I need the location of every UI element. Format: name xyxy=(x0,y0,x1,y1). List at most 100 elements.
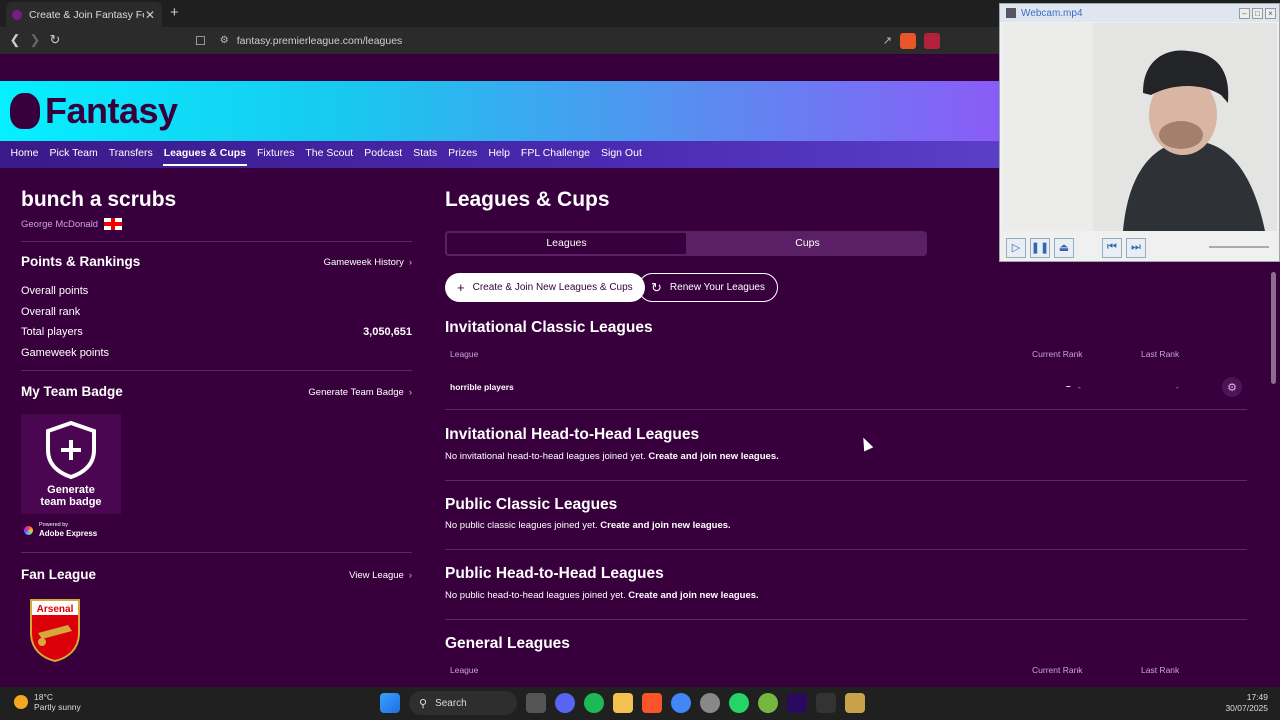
close-tab-icon[interactable]: ✕ xyxy=(144,8,156,22)
bookmark-icon[interactable]: ☐ xyxy=(195,34,206,48)
forward-icon[interactable]: ❯ xyxy=(26,31,44,49)
stat-label: Gameweek points xyxy=(21,347,110,359)
renew-leagues-button[interactable]: ↻ Renew Your Leagues xyxy=(638,273,778,302)
taskbar-apps: ⚲ Search xyxy=(380,691,865,715)
nav-fpl-challenge[interactable]: FPL Challenge xyxy=(515,141,595,168)
nav-podcast[interactable]: Podcast xyxy=(359,141,408,168)
divider xyxy=(21,370,412,371)
chevron-right-icon: › xyxy=(408,387,412,398)
previous-icon[interactable]: ⏮ xyxy=(1102,237,1122,258)
team-badge-heading: My Team Badge xyxy=(21,384,123,399)
generate-team-badge-link[interactable]: Generate Team Badge › xyxy=(308,387,412,398)
nav-home[interactable]: Home xyxy=(5,141,44,168)
league-row-name[interactable]: horrible players xyxy=(450,382,514,392)
create-join-label: Create & Join New Leagues & Cups xyxy=(472,282,633,293)
col-league: League xyxy=(450,349,479,359)
create-join-link[interactable]: Create and join new leagues. xyxy=(648,451,778,462)
stat-gameweek-points: Gameweek points xyxy=(21,347,412,359)
generate-badge-label-1: Generate xyxy=(47,484,95,496)
nav-the-scout[interactable]: The Scout xyxy=(300,141,359,168)
adobe-express-icon xyxy=(24,525,33,535)
minimize-icon[interactable]: – xyxy=(1239,7,1250,19)
file-explorer-icon[interactable] xyxy=(613,693,633,713)
nav-transfers[interactable]: Transfers xyxy=(103,141,158,168)
next-icon[interactable]: ⏭ xyxy=(1126,237,1146,258)
premier-league-favicon-icon xyxy=(12,9,22,20)
divider xyxy=(445,480,1247,481)
utorrent-icon[interactable] xyxy=(758,693,778,713)
stat-label: Overall points xyxy=(21,285,89,297)
app-icon[interactable] xyxy=(700,693,720,713)
stat-total-players: Total players 3,050,651 xyxy=(21,326,412,338)
discord-icon[interactable] xyxy=(555,693,575,713)
create-join-link[interactable]: Create and join new leagues. xyxy=(600,520,730,531)
eject-icon[interactable]: ⏏ xyxy=(1054,237,1074,258)
url-text[interactable]: fantasy.premierleague.com/leagues xyxy=(237,35,883,47)
nav-prizes[interactable]: Prizes xyxy=(443,141,483,168)
mouse-cursor-icon xyxy=(858,435,874,452)
gameweek-history-link[interactable]: Gameweek History › xyxy=(324,257,412,268)
nav-stats[interactable]: Stats xyxy=(408,141,443,168)
league-settings-gear-icon[interactable]: ⚙ xyxy=(1222,377,1242,397)
col-last-rank: Last Rank xyxy=(1141,665,1180,675)
chrome-icon[interactable] xyxy=(671,693,691,713)
invitational-classic-heading: Invitational Classic Leagues xyxy=(445,319,653,336)
reload-icon[interactable]: ↻ xyxy=(46,31,64,49)
nav-sign-out[interactable]: Sign Out xyxy=(596,141,648,168)
partly-sunny-icon xyxy=(14,695,28,709)
new-tab-button[interactable]: + xyxy=(170,4,179,21)
whatsapp-icon[interactable] xyxy=(729,693,749,713)
nav-help[interactable]: Help xyxy=(483,141,516,168)
generate-team-badge-label: Generate Team Badge xyxy=(308,387,404,398)
stat-label: Overall rank xyxy=(21,306,81,318)
site-info-icon[interactable]: ⚙ xyxy=(220,35,229,46)
taskbar-search[interactable]: ⚲ Search xyxy=(409,691,517,715)
clock-date: 30/07/2025 xyxy=(1225,703,1268,713)
weather-desc: Partly sunny xyxy=(34,702,81,712)
col-current-rank: Current Rank xyxy=(1032,349,1083,359)
play-icon[interactable]: ▷ xyxy=(1006,237,1026,258)
page-scrollbar[interactable] xyxy=(1270,262,1277,682)
back-icon[interactable]: ❮ xyxy=(6,31,24,49)
pause-icon[interactable]: ❚❚ xyxy=(1030,237,1050,258)
volume-slider[interactable] xyxy=(1209,246,1269,248)
create-join-link[interactable]: Create and join new leagues. xyxy=(628,590,758,601)
close-icon[interactable]: × xyxy=(1265,7,1276,19)
generate-badge-card[interactable]: Generate team badge xyxy=(21,414,121,514)
url-box[interactable]: ☐ ⚙ fantasy.premierleague.com/leagues ↗ xyxy=(195,30,940,51)
webcam-title-bar[interactable]: Webcam.mp4 – □ × xyxy=(1000,4,1279,22)
weather-widget[interactable]: 18°C Partly sunny xyxy=(14,692,81,712)
league-row-last: - xyxy=(1176,382,1179,392)
nav-leagues-cups[interactable]: Leagues & Cups xyxy=(158,141,251,168)
league-row-current: – xyxy=(1066,381,1071,391)
stat-value: 3,050,651 xyxy=(363,326,412,338)
premier-league-lion-icon xyxy=(10,93,40,129)
brave-rewards-icon[interactable] xyxy=(924,32,940,49)
team-name: bunch a scrubs xyxy=(21,188,177,211)
webcam-video xyxy=(1003,23,1277,231)
capcut-icon[interactable] xyxy=(816,693,836,713)
premiere-pro-icon[interactable] xyxy=(787,693,807,713)
brave-shield-icon[interactable] xyxy=(900,32,916,49)
scrollbar-thumb[interactable] xyxy=(1271,272,1276,384)
nav-pick-team[interactable]: Pick Team xyxy=(44,141,103,168)
view-league-link[interactable]: View League › xyxy=(349,570,412,581)
general-leagues-heading: General Leagues xyxy=(445,635,570,652)
windows-start-icon[interactable] xyxy=(380,693,400,713)
tab-leagues[interactable]: Leagues xyxy=(445,231,688,256)
fantasy-logo[interactable]: Fantasy xyxy=(10,90,178,132)
task-view-icon[interactable] xyxy=(526,693,546,713)
create-join-button[interactable]: + Create & Join New Leagues & Cups xyxy=(445,273,645,302)
points-rankings-heading: Points & Rankings xyxy=(21,254,141,269)
brave-browser-icon[interactable] xyxy=(642,693,662,713)
browser-tab[interactable]: Create & Join Fantasy Football L ✕ xyxy=(6,2,162,27)
spotify-icon[interactable] xyxy=(584,693,604,713)
maximize-icon[interactable]: □ xyxy=(1252,7,1263,19)
app-icon[interactable] xyxy=(845,693,865,713)
system-clock[interactable]: 17:49 30/07/2025 xyxy=(1225,692,1268,714)
webcam-window[interactable]: Webcam.mp4 – □ × ▷ ❚❚ ⏏ ⏮ ⏭ xyxy=(999,3,1280,262)
tab-cups[interactable]: Cups xyxy=(688,231,927,256)
stat-label: Total players xyxy=(21,326,83,338)
share-icon[interactable]: ↗ xyxy=(883,34,892,47)
nav-fixtures[interactable]: Fixtures xyxy=(252,141,300,168)
